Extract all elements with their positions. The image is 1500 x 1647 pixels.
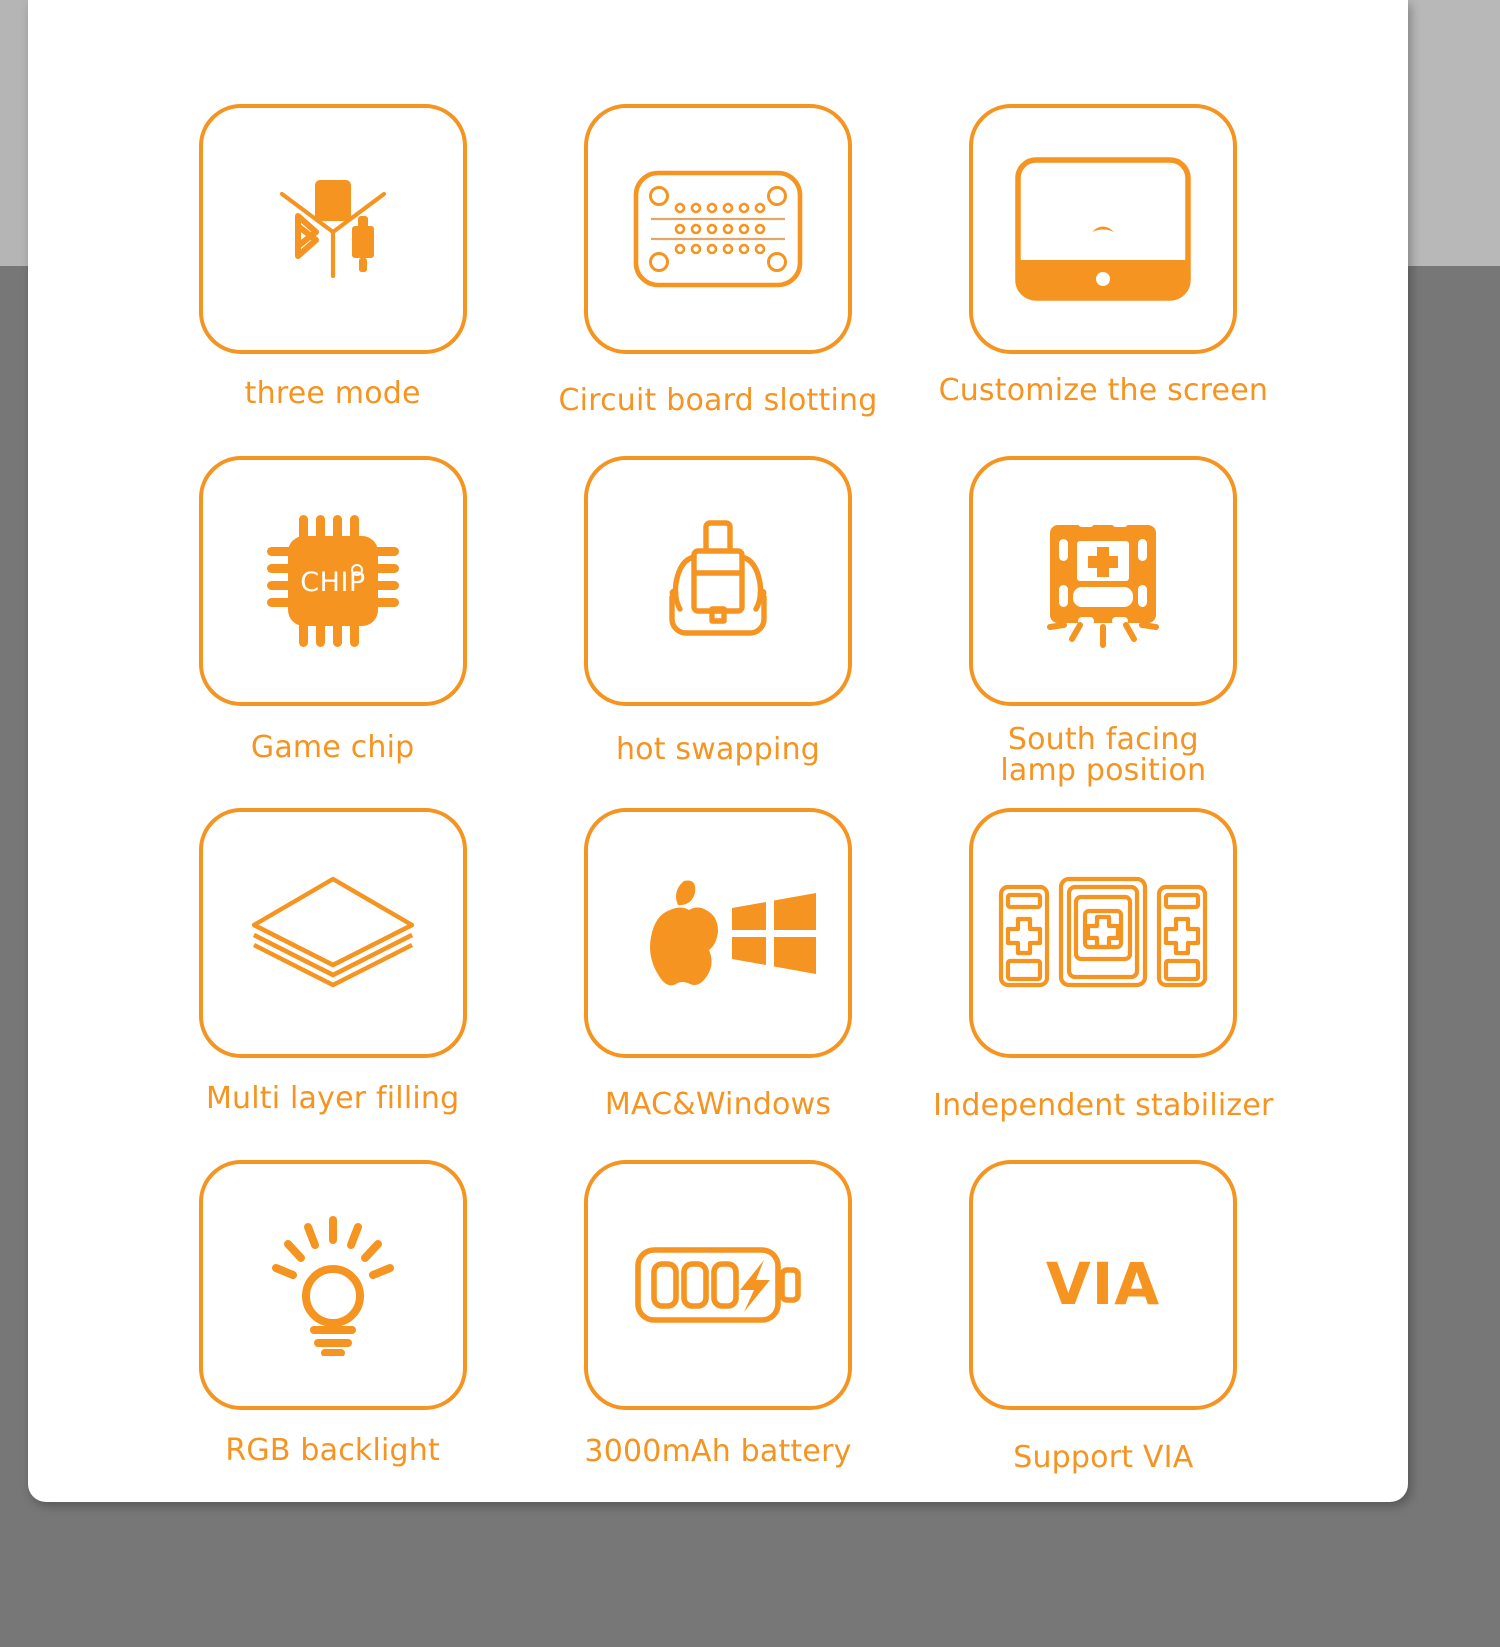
feature-page-card: three mode Circuit board slotting Custom… — [28, 0, 1408, 1502]
feature-label: 3000mAh battery — [584, 1434, 852, 1469]
feature-grid: three mode Circuit board slotting Custom… — [28, 0, 1408, 1512]
icon-frame: VIA — [969, 1160, 1238, 1410]
feature-label: Circuit board slotting — [558, 383, 878, 418]
feature-item-mac-windows[interactable]: MAC&Windows — [525, 808, 910, 1160]
icon-frame — [583, 104, 852, 354]
via-wordmark: VIA — [1046, 1250, 1160, 1318]
feature-item-independent-stabilizer[interactable]: Independent stabilizer — [911, 808, 1296, 1160]
game-chip-icon: CHIP — [266, 515, 399, 647]
south-facing-led-switch-icon — [1047, 519, 1160, 648]
icon-frame — [198, 808, 467, 1058]
feature-item-support-via[interactable]: VIA Support VIA — [911, 1160, 1296, 1512]
background-right-strip — [1408, 0, 1500, 266]
feature-item-south-facing-lamp[interactable]: South facing lamp position — [911, 456, 1296, 808]
icon-frame — [969, 456, 1238, 706]
feature-label: RGB backlight — [225, 1433, 440, 1468]
icon-frame — [969, 808, 1238, 1058]
display-screen-icon — [1015, 157, 1192, 301]
feature-label: Customize the screen — [938, 373, 1269, 408]
icon-frame — [198, 104, 467, 354]
icon-frame: CHIP — [198, 456, 467, 706]
feature-item-three-mode[interactable]: three mode — [140, 104, 525, 456]
icon-frame — [583, 808, 852, 1058]
battery-charging-icon — [635, 1247, 801, 1323]
feature-label: South facing lamp position — [1000, 722, 1207, 789]
rgb-lightbulb-icon — [271, 1216, 394, 1356]
feature-label: Independent stabilizer — [933, 1088, 1274, 1123]
feature-item-multi-layer[interactable]: Multi layer filling — [140, 808, 525, 1160]
feature-label: three mode — [244, 376, 421, 411]
hot-swap-switch-icon — [669, 520, 767, 636]
feature-label: hot swapping — [615, 732, 821, 767]
apple-windows-os-icon — [649, 880, 816, 986]
feature-item-hot-swapping[interactable]: hot swapping — [525, 456, 910, 808]
feature-label: Multi layer filling — [205, 1081, 460, 1116]
icon-frame — [198, 1160, 467, 1410]
feature-label: Game chip — [250, 730, 415, 765]
feature-item-game-chip[interactable]: CHIP Game chip — [140, 456, 525, 808]
multi-layer-stack-icon — [251, 876, 414, 988]
icon-frame — [583, 1160, 852, 1410]
feature-label: Support VIA — [1013, 1440, 1194, 1475]
feature-item-battery[interactable]: 3000mAh battery — [525, 1160, 910, 1512]
icon-frame — [969, 104, 1238, 354]
independent-stabilizer-icon — [999, 876, 1208, 988]
icon-frame — [583, 456, 852, 706]
apple-logo-icon — [649, 880, 718, 986]
feature-item-customize-screen[interactable]: Customize the screen — [911, 104, 1296, 456]
three-mode-connectivity-icon — [279, 180, 386, 279]
via-logo-icon: VIA — [1046, 1250, 1160, 1318]
circuit-board-pcb-icon — [633, 170, 803, 288]
feature-item-circuit-board[interactable]: Circuit board slotting — [525, 104, 910, 456]
windows-logo-icon — [731, 893, 816, 974]
feature-item-rgb-backlight[interactable]: RGB backlight — [140, 1160, 525, 1512]
feature-label: MAC&Windows — [604, 1087, 832, 1122]
chip-label: CHIP — [300, 567, 365, 598]
